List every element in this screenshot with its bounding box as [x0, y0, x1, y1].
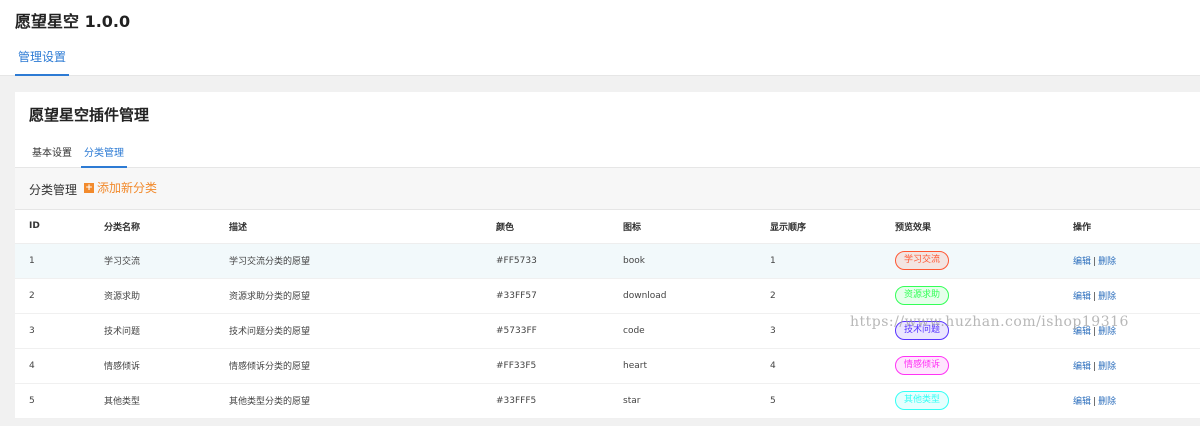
- cell-description: 学习交流分类的愿望: [215, 243, 482, 279]
- cell-description: 其他类型分类的愿望: [215, 383, 482, 419]
- cell-color: #5733FF: [482, 313, 609, 349]
- table-row: 1 学习交流 学习交流分类的愿望 #FF5733 book 1 学习交流 编辑 |…: [15, 243, 1200, 279]
- header-id: ID: [15, 210, 90, 244]
- cell-id: 5: [15, 383, 90, 419]
- tab-category-management[interactable]: 分类管理: [81, 144, 127, 168]
- delete-link[interactable]: 删除: [1098, 362, 1116, 372]
- separator: |: [1093, 292, 1097, 302]
- delete-link[interactable]: 删除: [1098, 397, 1116, 407]
- sub-tabs: 基本设置 分类管理: [15, 136, 1200, 168]
- delete-link[interactable]: 删除: [1098, 292, 1116, 302]
- preview-badge: 情感倾诉: [895, 356, 950, 375]
- header-order: 显示顺序: [756, 210, 881, 244]
- preview-badge: 资源求助: [895, 286, 950, 305]
- cell-icon: heart: [609, 348, 756, 384]
- header-color: 颜色: [482, 210, 609, 244]
- table-row: 3 技术问题 技术问题分类的愿望 #5733FF code 3 技术问题 编辑 |…: [15, 313, 1200, 349]
- cell-name: 技术问题: [90, 313, 215, 349]
- cell-order: 3: [756, 313, 881, 349]
- cell-id: 4: [15, 348, 90, 384]
- header-description: 描述: [215, 210, 482, 244]
- delete-link[interactable]: 删除: [1098, 257, 1116, 267]
- preview-badge: 学习交流: [895, 251, 950, 270]
- preview-badge: 其他类型: [895, 391, 950, 410]
- cell-name: 资源求助: [90, 278, 215, 314]
- cell-preview: 其他类型: [881, 383, 1059, 419]
- cell-preview: 情感倾诉: [881, 348, 1059, 384]
- plugin-management-card: 愿望星空插件管理 基本设置 分类管理 分类管理 + 添加新分类 ID 分类名称 …: [15, 92, 1200, 419]
- edit-link[interactable]: 编辑: [1073, 292, 1091, 302]
- cell-color: #33FF57: [482, 278, 609, 314]
- cell-actions: 编辑 | 删除: [1059, 383, 1200, 419]
- table-header-row: ID 分类名称 描述 颜色 图标 显示顺序 预览效果 操作: [15, 210, 1200, 244]
- edit-link[interactable]: 编辑: [1073, 327, 1091, 337]
- cell-id: 3: [15, 313, 90, 349]
- cell-actions: 编辑 | 删除: [1059, 313, 1200, 349]
- cell-actions: 编辑 | 删除: [1059, 278, 1200, 314]
- cell-color: #33FFF5: [482, 383, 609, 419]
- cell-actions: 编辑 | 删除: [1059, 348, 1200, 384]
- header-preview: 预览效果: [881, 210, 1059, 244]
- cell-icon: code: [609, 313, 756, 349]
- cell-description: 资源求助分类的愿望: [215, 278, 482, 314]
- cell-icon: download: [609, 278, 756, 314]
- category-table: ID 分类名称 描述 颜色 图标 显示顺序 预览效果 操作 1 学习交流 学习交…: [15, 210, 1200, 419]
- cell-id: 2: [15, 278, 90, 314]
- delete-link[interactable]: 删除: [1098, 327, 1116, 337]
- cell-order: 4: [756, 348, 881, 384]
- separator: |: [1093, 257, 1097, 267]
- cell-icon: book: [609, 243, 756, 279]
- cell-name: 其他类型: [90, 383, 215, 419]
- cell-preview: 学习交流: [881, 243, 1059, 279]
- separator: |: [1093, 397, 1097, 407]
- cell-color: #FF33F5: [482, 348, 609, 384]
- add-category-button[interactable]: + 添加新分类: [84, 179, 157, 196]
- preview-badge: 技术问题: [895, 321, 950, 340]
- edit-link[interactable]: 编辑: [1073, 397, 1091, 407]
- section-title: 分类管理: [29, 183, 78, 197]
- cell-id: 1: [15, 243, 90, 279]
- edit-link[interactable]: 编辑: [1073, 362, 1091, 372]
- cell-order: 2: [756, 278, 881, 314]
- cell-preview: 资源求助: [881, 278, 1059, 314]
- table-row: 5 其他类型 其他类型分类的愿望 #33FFF5 star 5 其他类型 编辑 |…: [15, 383, 1200, 419]
- plus-icon: +: [84, 182, 94, 193]
- cell-preview: 技术问题: [881, 313, 1059, 349]
- header-icon: 图标: [609, 210, 756, 244]
- cell-icon: star: [609, 383, 756, 419]
- header-name: 分类名称: [90, 210, 215, 244]
- separator: |: [1093, 362, 1097, 372]
- app-title: 愿望星空 1.0.0: [15, 12, 131, 31]
- table-row: 4 情感倾诉 情感倾诉分类的愿望 #FF33F5 heart 4 情感倾诉 编辑…: [15, 348, 1200, 384]
- table-row: 2 资源求助 资源求助分类的愿望 #33FF57 download 2 资源求助…: [15, 278, 1200, 314]
- edit-link[interactable]: 编辑: [1073, 257, 1091, 267]
- cell-order: 1: [756, 243, 881, 279]
- section-header: 分类管理 + 添加新分类: [15, 168, 1200, 210]
- tab-management-settings[interactable]: 管理设置: [15, 48, 70, 76]
- cell-description: 情感倾诉分类的愿望: [215, 348, 482, 384]
- separator: |: [1093, 327, 1097, 337]
- top-header: 愿望星空 1.0.0 管理设置: [0, 0, 1200, 76]
- cell-name: 学习交流: [90, 243, 215, 279]
- cell-actions: 编辑 | 删除: [1059, 243, 1200, 279]
- add-category-label: 添加新分类: [97, 181, 158, 195]
- header-actions: 操作: [1059, 210, 1200, 244]
- cell-color: #FF5733: [482, 243, 609, 279]
- tab-basic-settings[interactable]: 基本设置: [29, 144, 75, 168]
- page-title: 愿望星空插件管理: [29, 106, 150, 124]
- cell-name: 情感倾诉: [90, 348, 215, 384]
- cell-description: 技术问题分类的愿望: [215, 313, 482, 349]
- cell-order: 5: [756, 383, 881, 419]
